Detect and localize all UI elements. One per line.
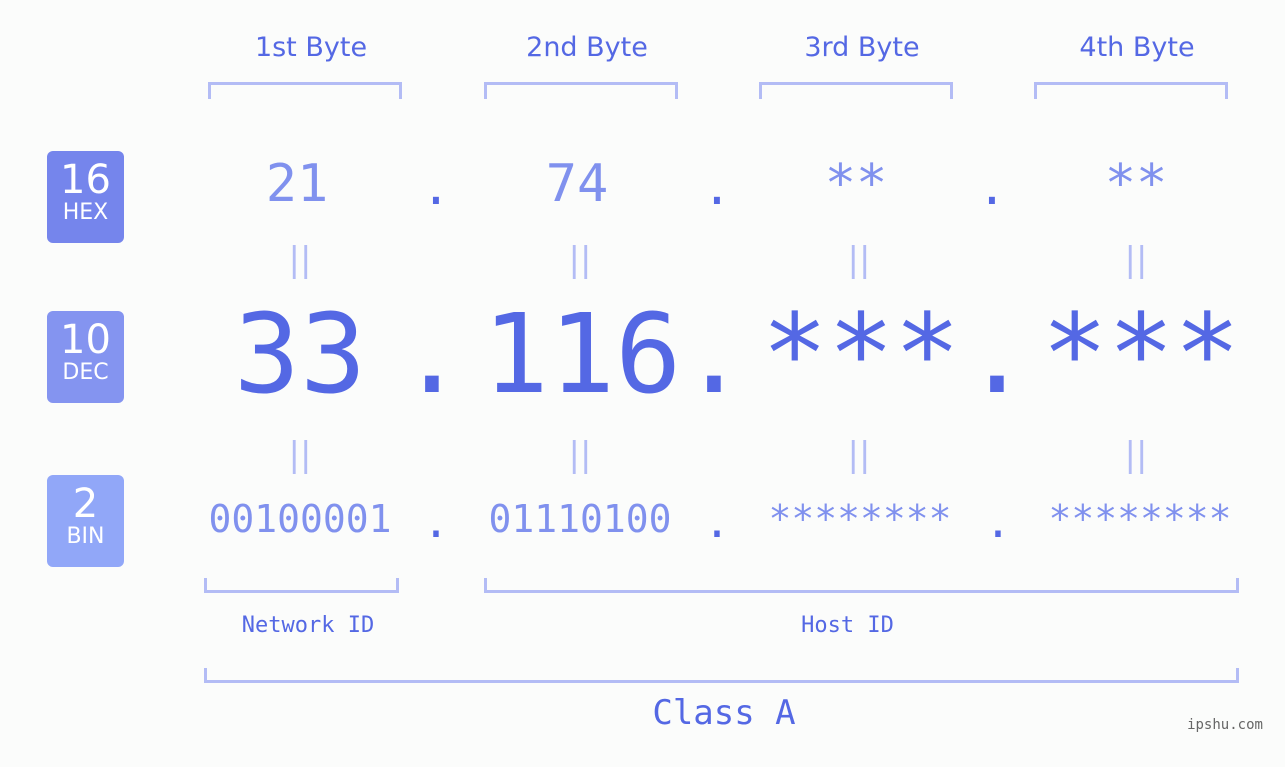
dec-separator-2: . <box>680 290 748 418</box>
hex-value-3: ** <box>824 154 888 214</box>
equals-hex-dec-2: || <box>568 240 592 280</box>
dec-separator-3: . <box>963 290 1031 418</box>
dec-badge-number: 10 <box>60 317 111 363</box>
byte-header-2: 2nd Byte <box>526 32 648 63</box>
byte-bracket-2 <box>484 82 678 99</box>
equals-dec-bin-4: || <box>1124 435 1148 475</box>
byte-header-1: 1st Byte <box>254 32 368 63</box>
watermark: ipshu.com <box>1187 717 1263 733</box>
byte-header-3: 3rd Byte <box>804 32 920 63</box>
equals-hex-dec-3: || <box>847 240 871 280</box>
equals-dec-bin-1: || <box>288 435 312 475</box>
network-id-bracket <box>204 578 399 593</box>
host-id-label: Host ID <box>801 613 894 638</box>
bin-separator-3: . <box>984 497 1012 548</box>
dec-value-2: 116 <box>482 290 682 418</box>
bin-value-3: ******** <box>768 497 952 541</box>
hex-value-2: 74 <box>545 154 609 214</box>
equals-hex-dec-4: || <box>1124 240 1148 280</box>
network-id-label: Network ID <box>241 613 375 638</box>
dec-badge: 10 DEC <box>47 311 124 403</box>
hex-separator-2: . <box>702 160 732 216</box>
dec-value-3: *** <box>761 290 961 418</box>
bin-badge-number: 2 <box>72 481 99 527</box>
dec-separator-1: . <box>398 290 466 418</box>
equals-hex-dec-1: || <box>288 240 312 280</box>
dec-badge-label: DEC <box>62 360 109 385</box>
bin-separator-1: . <box>422 497 450 548</box>
bin-badge: 2 BIN <box>47 475 124 567</box>
hex-value-4: ** <box>1104 154 1168 214</box>
bin-value-2: 01110100 <box>488 497 672 541</box>
equals-dec-bin-2: || <box>568 435 592 475</box>
byte-bracket-3 <box>759 82 953 99</box>
hex-badge-label: HEX <box>62 200 109 225</box>
host-id-bracket <box>484 578 1239 593</box>
bin-value-1: 00100001 <box>208 497 392 541</box>
byte-header-4: 4th Byte <box>1079 32 1195 63</box>
dec-value-1: 33 <box>233 290 367 418</box>
hex-separator-3: . <box>977 160 1007 216</box>
class-bracket <box>204 668 1239 683</box>
dec-value-4: *** <box>1041 290 1241 418</box>
bin-separator-2: . <box>703 497 731 548</box>
hex-badge-number: 16 <box>60 157 111 203</box>
class-label: Class A <box>652 693 796 733</box>
hex-badge: 16 HEX <box>47 151 124 243</box>
hex-separator-1: . <box>421 160 451 216</box>
byte-bracket-4 <box>1034 82 1228 99</box>
hex-value-1: 21 <box>265 154 329 214</box>
bin-value-4: ******** <box>1048 497 1232 541</box>
equals-dec-bin-3: || <box>847 435 871 475</box>
byte-bracket-1 <box>208 82 402 99</box>
bin-badge-label: BIN <box>66 524 105 549</box>
